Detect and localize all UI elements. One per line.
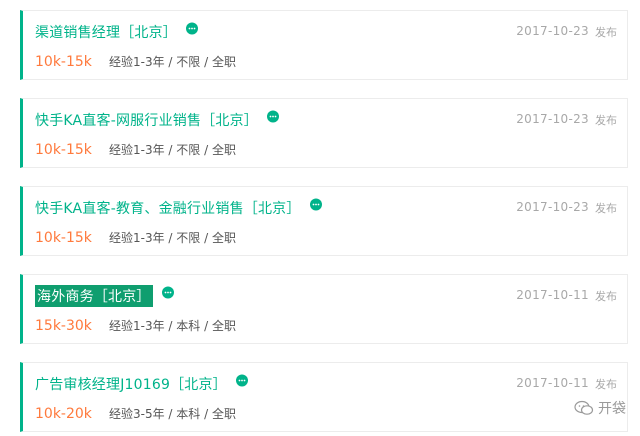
watermark-text: 开袋 [598,401,626,417]
publish-date: 2017-10-23 [516,112,589,126]
publish-label: 发布 [595,26,617,39]
job-title-row: 海外商务［北京］ [35,285,175,307]
job-card[interactable]: 广告审核经理J10169［北京］ 2017-10-11 发布 10k-20k 经… [20,362,628,432]
publish-label: 发布 [595,202,617,215]
publish-label: 发布 [595,378,617,391]
job-meta-row: 10k-15k 经验1-3年 / 不限 / 全职 [35,229,236,246]
job-requirements: 经验3-5年 / 本科 / 全职 [109,407,236,421]
job-title[interactable]: 渠道销售经理［北京］ [35,22,177,42]
chat-bubble-icon[interactable] [309,197,323,211]
publish-date: 2017-10-11 [516,376,589,390]
job-title[interactable]: 海外商务［北京］ [35,285,153,307]
job-card[interactable]: 渠道销售经理［北京］ 2017-10-23 发布 10k-15k 经验1-3年 … [20,10,628,80]
wechat-logo-icon [574,400,594,416]
salary: 10k-15k [35,142,92,158]
salary: 15k-30k [35,318,92,334]
job-title[interactable]: 快手KA直客-网服行业销售［北京］ [35,110,258,130]
publish-date: 2017-10-23 [516,24,589,38]
salary: 10k-20k [35,406,92,422]
publish-label: 发布 [595,290,617,303]
job-requirements: 经验1-3年 / 本科 / 全职 [109,319,236,333]
chat-bubble-icon[interactable] [266,109,280,123]
job-meta-row: 15k-30k 经验1-3年 / 本科 / 全职 [35,317,236,334]
job-requirements: 经验1-3年 / 不限 / 全职 [109,55,236,69]
job-meta-row: 10k-15k 经验1-3年 / 不限 / 全职 [35,141,236,158]
publish-label: 发布 [595,114,617,127]
publish-date: 2017-10-23 [516,200,589,214]
salary: 10k-15k [35,230,92,246]
job-title-row: 渠道销售经理［北京］ [35,21,199,43]
chat-bubble-icon[interactable] [185,21,199,35]
job-title-row: 快手KA直客-教育、金融行业销售［北京］ [35,197,323,219]
job-title-row: 广告审核经理J10169［北京］ [35,373,249,395]
job-requirements: 经验1-3年 / 不限 / 全职 [109,231,236,245]
salary: 10k-15k [35,54,92,70]
job-meta-row: 10k-15k 经验1-3年 / 不限 / 全职 [35,53,236,70]
job-title[interactable]: 广告审核经理J10169［北京］ [35,374,227,394]
publish-date: 2017-10-11 [516,288,589,302]
job-card[interactable]: 快手KA直客-网服行业销售［北京］ 2017-10-23 发布 10k-15k … [20,98,628,168]
job-card[interactable]: 快手KA直客-教育、金融行业销售［北京］ 2017-10-23 发布 10k-1… [20,186,628,256]
job-requirements: 经验1-3年 / 不限 / 全职 [109,143,236,157]
chat-bubble-icon[interactable] [235,373,249,387]
watermark: 开袋 [574,398,626,418]
job-title[interactable]: 快手KA直客-教育、金融行业销售［北京］ [35,198,301,218]
job-meta-row: 10k-20k 经验3-5年 / 本科 / 全职 [35,405,236,422]
job-card[interactable]: 海外商务［北京］ 2017-10-11 发布 15k-30k 经验1-3年 / … [20,274,628,344]
job-title-row: 快手KA直客-网服行业销售［北京］ [35,109,280,131]
chat-bubble-icon[interactable] [161,285,175,299]
